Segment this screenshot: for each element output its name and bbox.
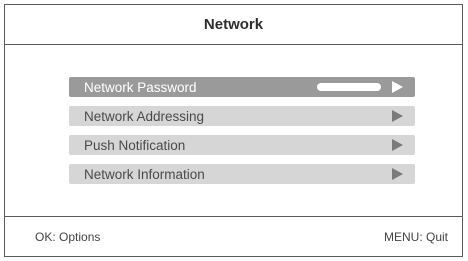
footer-bar: OK: Options MENU: Quit xyxy=(5,216,462,256)
menu-item-push-notification[interactable]: Push Notification xyxy=(69,135,415,155)
menu-item-label: Network Addressing xyxy=(84,108,205,124)
page-title: Network xyxy=(203,16,264,33)
menu-item-network-addressing[interactable]: Network Addressing xyxy=(69,106,415,126)
menu-item-label: Network Password xyxy=(84,79,197,95)
right-arrow-icon xyxy=(392,81,403,93)
right-arrow-icon xyxy=(392,110,403,122)
title-bar: Network xyxy=(5,5,462,45)
right-arrow-icon xyxy=(392,168,403,180)
menu-item-label: Network Information xyxy=(84,166,205,182)
menu-item-network-password[interactable]: Network Password xyxy=(69,77,415,97)
menu-list: Network Password Network Addressing Push… xyxy=(69,77,415,193)
menu-item-network-information[interactable]: Network Information xyxy=(69,164,415,184)
menu-quit-hint: MENU: Quit xyxy=(383,229,448,244)
ok-options-hint: OK: Options xyxy=(35,229,101,244)
password-field[interactable] xyxy=(317,83,381,91)
network-menu-window: Network Network Password Network Address… xyxy=(4,4,463,257)
menu-item-label: Push Notification xyxy=(84,137,186,153)
right-arrow-icon xyxy=(392,139,403,151)
